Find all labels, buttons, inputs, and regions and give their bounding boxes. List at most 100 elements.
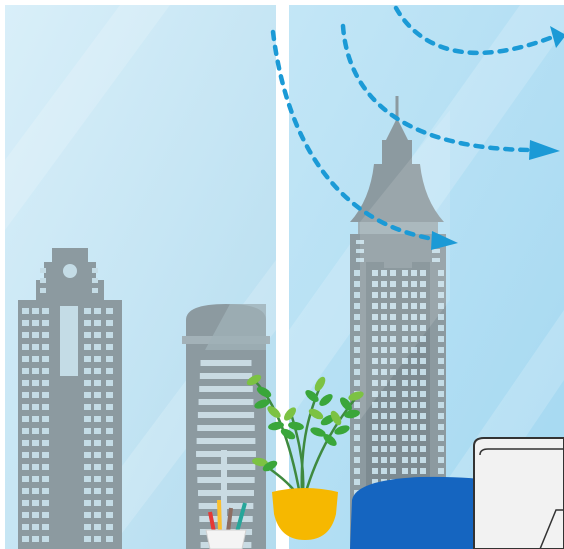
building-window: [42, 344, 49, 350]
building-window: [32, 368, 39, 374]
building-window: [411, 413, 417, 419]
building-window: [438, 347, 444, 353]
building-window: [411, 446, 417, 452]
building-window: [84, 416, 91, 422]
building-window: [197, 412, 255, 418]
building-window: [94, 356, 101, 362]
building-window: [22, 308, 29, 314]
building-window: [390, 402, 396, 408]
building-window: [106, 536, 113, 542]
building-window: [42, 392, 49, 398]
building-window: [420, 457, 426, 463]
building-window: [200, 360, 252, 366]
building-window: [32, 404, 39, 410]
building-window: [42, 380, 49, 386]
building-window: [411, 369, 417, 375]
building-window: [420, 369, 426, 375]
building-window: [22, 392, 29, 398]
building-window: [106, 500, 113, 506]
building-window: [381, 446, 387, 452]
building-window: [22, 320, 29, 326]
building-window: [32, 512, 39, 518]
building-window: [84, 380, 91, 386]
building-window: [354, 435, 360, 441]
building-window: [42, 368, 49, 374]
building-window: [438, 325, 444, 331]
building-window: [94, 452, 101, 458]
building-window: [106, 464, 113, 470]
building-window: [106, 356, 113, 362]
building-window: [390, 435, 396, 441]
building-window: [22, 488, 29, 494]
building-window: [22, 368, 29, 374]
building-window: [106, 332, 113, 338]
building-window: [199, 373, 253, 379]
building-window: [402, 468, 408, 474]
building-window: [22, 536, 29, 542]
building-window: [106, 404, 113, 410]
building-window: [42, 488, 49, 494]
building-window: [42, 404, 49, 410]
building-window: [438, 435, 444, 441]
building-window: [32, 308, 39, 314]
building-window: [84, 368, 91, 374]
building-window: [354, 292, 360, 298]
building-window: [84, 524, 91, 530]
building-window: [32, 380, 39, 386]
building-window: [420, 468, 426, 474]
skyscraper-middle: [182, 304, 270, 549]
building-window: [94, 536, 101, 542]
building-window: [84, 488, 91, 494]
building-window: [354, 446, 360, 452]
building-window: [381, 435, 387, 441]
building-window: [372, 457, 378, 463]
building-window: [40, 268, 46, 273]
building-window: [22, 356, 29, 362]
building-window: [22, 500, 29, 506]
building-window: [438, 336, 444, 342]
building-window: [84, 452, 91, 458]
building-window: [354, 270, 360, 276]
building-window: [94, 308, 101, 314]
building-window: [32, 332, 39, 338]
building-window: [22, 524, 29, 530]
building-window: [22, 440, 29, 446]
building-window: [92, 278, 98, 283]
building-window: [354, 402, 360, 408]
building-window: [32, 536, 39, 542]
building-window: [84, 476, 91, 482]
building-window: [106, 344, 113, 350]
building-window: [84, 428, 91, 434]
building-window: [381, 402, 387, 408]
building-window: [106, 440, 113, 446]
building-window: [42, 440, 49, 446]
building-window: [411, 424, 417, 430]
building-window: [381, 391, 387, 397]
building-window: [94, 344, 101, 350]
building-window: [42, 332, 49, 338]
building-window: [42, 512, 49, 518]
building-window: [84, 404, 91, 410]
building-window: [42, 320, 49, 326]
building-window: [420, 413, 426, 419]
building-window: [372, 402, 378, 408]
building-window: [197, 425, 255, 431]
building-window: [106, 476, 113, 482]
building-window: [94, 428, 101, 434]
building-window: [84, 344, 91, 350]
building-window: [354, 479, 360, 485]
computer-monitor-icon: [473, 437, 564, 549]
building-window: [94, 476, 101, 482]
building-window: [94, 512, 101, 518]
building-window: [420, 358, 426, 364]
building-window: [94, 320, 101, 326]
building-window: [42, 464, 49, 470]
building-window: [106, 524, 113, 530]
building-window: [402, 413, 408, 419]
building-window: [381, 468, 387, 474]
building-window: [22, 476, 29, 482]
building-window: [106, 512, 113, 518]
building-window: [32, 344, 39, 350]
building-window: [381, 424, 387, 430]
building-window: [420, 391, 426, 397]
